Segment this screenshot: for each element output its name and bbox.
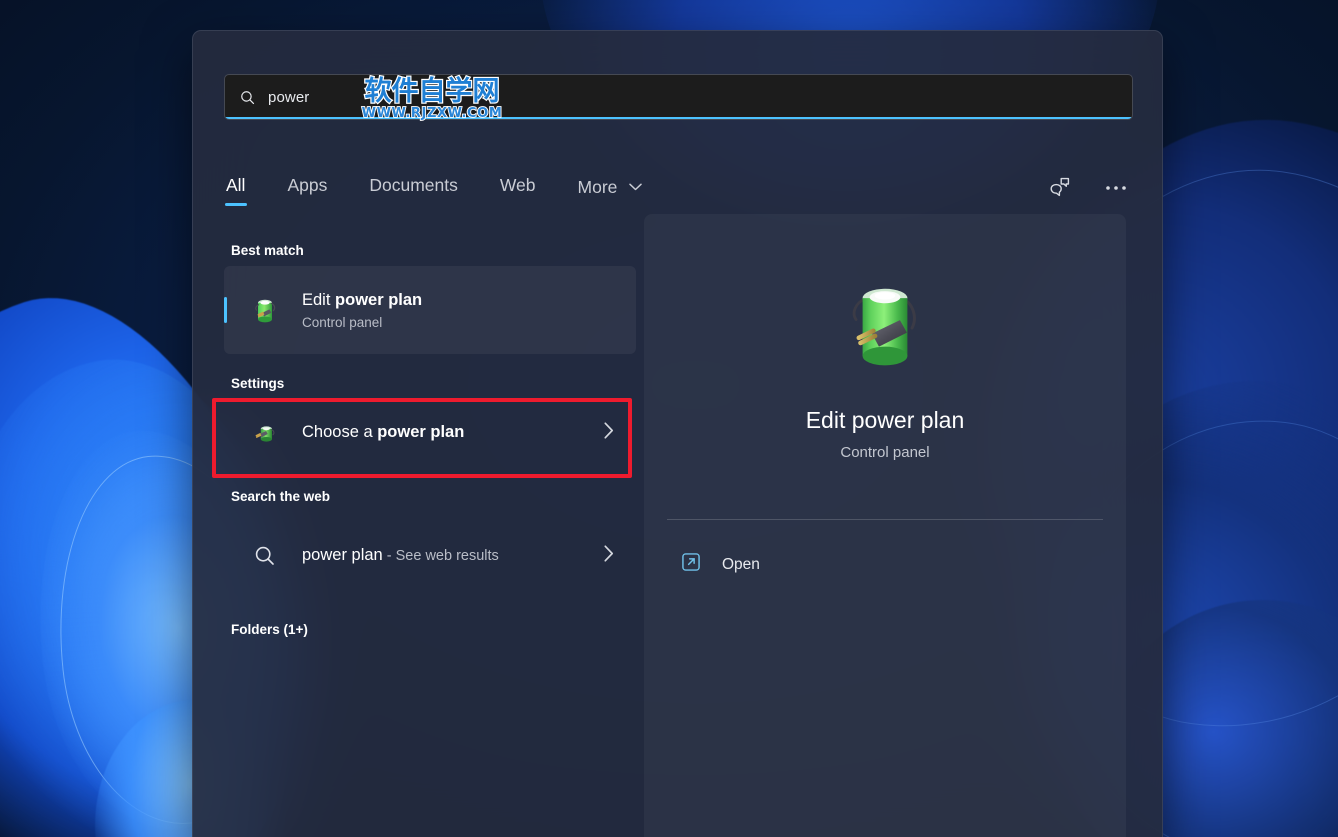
result-title: power plan - See web results (302, 545, 499, 566)
search-focus-underline (225, 117, 1132, 119)
tab-apps[interactable]: Apps (285, 173, 329, 206)
result-title-prefix: Choose a (302, 423, 378, 442)
result-text-group: Edit power plan Control panel (302, 290, 422, 329)
preview-title: Edit power plan (805, 407, 965, 433)
chevron-right-icon[interactable] (604, 422, 614, 444)
tab-all[interactable]: All (224, 173, 247, 206)
chevron-down-icon (629, 175, 643, 196)
chevron-right-icon[interactable] (604, 545, 614, 567)
preview-divider (667, 519, 1103, 520)
tab-web-label: Web (499, 175, 536, 195)
result-item-choose-power-plan[interactable]: Choose a power plan (224, 399, 636, 467)
open-external-icon (680, 551, 702, 578)
result-text-group: power plan - See web results (302, 545, 499, 566)
result-suffix-text: - See web results (382, 548, 499, 565)
result-title: Edit power plan (302, 290, 422, 311)
tab-active-indicator (224, 203, 247, 206)
section-label-best-match: Best match (231, 243, 304, 258)
result-item-web-search[interactable]: power plan - See web results (224, 512, 636, 600)
tab-more[interactable]: More (576, 173, 645, 208)
search-input[interactable]: power (224, 74, 1133, 120)
result-title-prefix: Edit (302, 291, 336, 310)
open-action-button[interactable]: Open (670, 542, 770, 587)
tab-web[interactable]: Web (498, 173, 538, 206)
section-label-folders: Folders (1+) (231, 622, 308, 637)
desktop-background: power 软件自学网 WWW.RJZXW.COM All Apps Docum… (0, 0, 1338, 837)
result-query-text: power plan (302, 546, 383, 565)
search-flyout-panel: power 软件自学网 WWW.RJZXW.COM All Apps Docum… (192, 30, 1163, 837)
search-input-value: power (268, 88, 310, 106)
preview-subtitle: Control panel (840, 444, 930, 461)
result-subtitle: Control panel (302, 314, 383, 330)
battery-plug-small-icon (244, 419, 286, 447)
result-text-group: Choose a power plan (302, 422, 464, 443)
open-action-label: Open (722, 555, 760, 573)
results-list: Best match Edit power plan Control panel… (224, 243, 636, 645)
tab-documents-label: Documents (369, 175, 458, 195)
battery-plug-icon (244, 293, 286, 327)
preview-pane: Edit power plan Control panel Open (644, 214, 1126, 837)
result-title: Choose a power plan (302, 422, 464, 443)
result-title-bold: power plan (335, 291, 423, 310)
result-item-edit-power-plan[interactable]: Edit power plan Control panel (224, 266, 636, 354)
tab-more-label: More (577, 177, 618, 197)
search-icon (244, 544, 286, 568)
preview-actions: Open (644, 542, 1126, 587)
section-label-settings: Settings (231, 376, 285, 391)
header-actions (1043, 173, 1133, 203)
tab-all-label: All (226, 175, 246, 195)
feedback-icon[interactable] (1043, 173, 1077, 203)
section-label-search-the-web: Search the web (231, 489, 331, 504)
selection-indicator (224, 297, 227, 323)
tab-documents[interactable]: Documents (367, 173, 460, 206)
search-icon (241, 90, 255, 104)
more-options-icon[interactable] (1099, 173, 1133, 203)
result-title-bold: power plan (377, 423, 465, 442)
search-box-container[interactable]: power 软件自学网 WWW.RJZXW.COM (224, 74, 1133, 121)
tab-apps-label: Apps (287, 175, 328, 195)
battery-plug-large-icon (644, 272, 1126, 389)
